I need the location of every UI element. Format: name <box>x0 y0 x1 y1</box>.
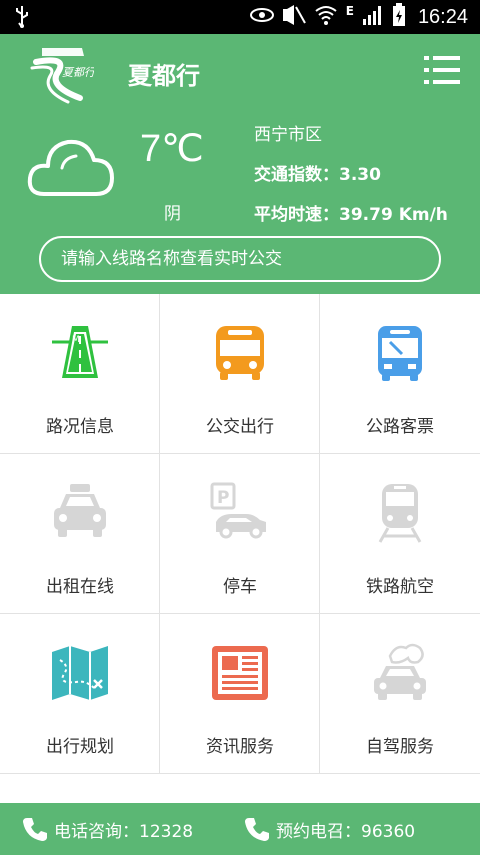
app-title: 夏都行 <box>128 62 200 90</box>
grid-item-parking[interactable]: P 停车 <box>160 454 320 614</box>
grid-item-label: 公交出行 <box>206 417 274 437</box>
status-bar: E 16:24 <box>0 0 480 34</box>
phone-icon <box>245 818 269 841</box>
grid-item-label: 自驾服务 <box>366 737 434 757</box>
taxi-icon <box>50 482 110 544</box>
grid-item-label: 资讯服务 <box>206 737 274 757</box>
phone-booking-button[interactable]: 预约电召：96360 <box>244 803 415 855</box>
mute-icon <box>282 5 306 29</box>
parking-icon: P <box>210 482 270 544</box>
weather-condition: 阴 <box>164 204 181 224</box>
phone-consult-button[interactable]: 电话咨询：12328 <box>22 803 193 855</box>
grid-item-label: 出行规划 <box>46 737 114 757</box>
news-icon <box>210 642 270 704</box>
average-speed: 平均时速：39.79 Km/h <box>254 205 448 225</box>
bus-line-search-input[interactable]: 请输入线路名称查看实时公交 <box>39 236 441 282</box>
road-icon: M <box>50 322 110 384</box>
header: 夏都行 夏都行 7℃ 阴 西宁市区 交通指数：3.30 平均时速：39.79 K… <box>0 34 480 294</box>
battery-icon <box>392 3 406 31</box>
grid-item-label: 路况信息 <box>46 417 114 437</box>
booking-hotline: 预约电召：96360 <box>276 821 416 842</box>
coach-icon <box>370 322 430 384</box>
logo-text: 夏都行 <box>62 66 94 79</box>
self-drive-icon <box>370 642 430 704</box>
signal-icon <box>362 5 384 29</box>
grid-item-label: 停车 <box>223 577 257 597</box>
train-icon <box>370 482 430 544</box>
grid-item-trip-planning[interactable]: 出行规划 <box>0 614 160 774</box>
traffic-index: 交通指数：3.30 <box>254 165 381 185</box>
district-name: 西宁市区 <box>254 125 322 145</box>
network-type: E <box>345 4 354 18</box>
grid-item-coach-ticket[interactable]: 公路客票 <box>320 294 480 454</box>
usb-icon <box>14 5 30 33</box>
wifi-icon <box>314 5 338 29</box>
clock: 16:24 <box>417 5 468 28</box>
svg-text:P: P <box>217 488 229 508</box>
grid-item-taxi[interactable]: 出租在线 <box>0 454 160 614</box>
service-grid: M 路况信息 公交出行 公路客票 出租在线 P 停车 铁路航空 出行规划 资讯服… <box>0 294 480 775</box>
consult-hotline: 电话咨询：12328 <box>54 821 194 842</box>
list-menu-icon <box>424 56 460 84</box>
phone-icon <box>23 818 47 841</box>
grid-item-bus[interactable]: 公交出行 <box>160 294 320 454</box>
map-icon <box>50 642 110 704</box>
grid-item-label: 出租在线 <box>46 577 114 597</box>
footer-bar: 电话咨询：12328 预约电召：96360 <box>0 803 480 855</box>
grid-item-label: 铁路航空 <box>366 577 434 597</box>
grid-item-rail-air[interactable]: 铁路航空 <box>320 454 480 614</box>
temperature: 7℃ <box>140 128 204 170</box>
eye-icon <box>249 7 274 27</box>
grid-item-self-drive[interactable]: 自驾服务 <box>320 614 480 774</box>
grid-item-label: 公路客票 <box>366 417 434 437</box>
menu-button[interactable] <box>424 54 460 86</box>
grid-item-news[interactable]: 资讯服务 <box>160 614 320 774</box>
cloud-icon <box>26 134 116 200</box>
app-logo: 夏都行 <box>28 42 97 104</box>
svg-text:M: M <box>72 335 80 345</box>
bus-icon <box>210 322 270 384</box>
grid-item-road-condition[interactable]: M 路况信息 <box>0 294 160 454</box>
